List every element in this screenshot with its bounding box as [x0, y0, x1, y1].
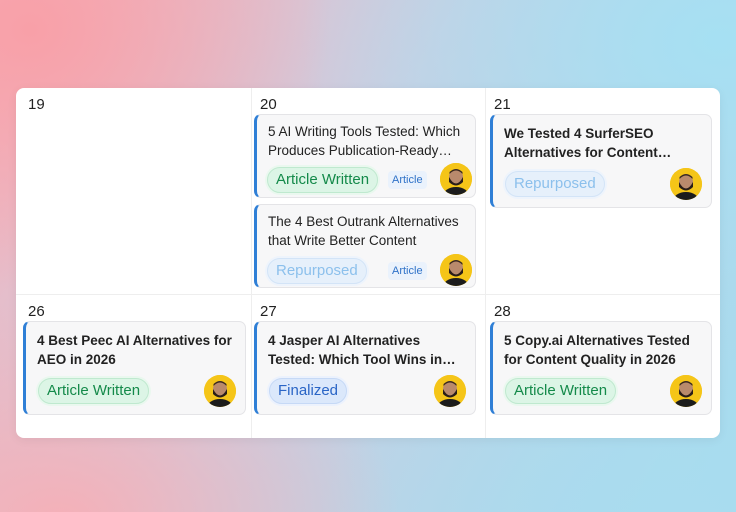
- content-card[interactable]: We Tested 4 SurferSEO Alternatives for C…: [490, 114, 712, 208]
- type-tag: Article: [388, 171, 427, 189]
- card-title: We Tested 4 SurferSEO Alternatives for C…: [504, 126, 658, 160]
- status-badge[interactable]: Finalized: [269, 378, 348, 404]
- user-avatar-icon: [440, 163, 472, 195]
- status-badge[interactable]: Article Written: [38, 378, 150, 404]
- user-avatar[interactable]: [670, 168, 702, 200]
- calendar-grid: 19 20 5 AI Writing Tools Tested: Which P…: [16, 88, 720, 438]
- day-number: 21: [494, 96, 511, 113]
- content-card[interactable]: 4 Jasper AI Alternatives Tested: Which T…: [254, 321, 476, 415]
- day-number: 26: [28, 303, 45, 320]
- status-badge[interactable]: Repurposed: [505, 171, 605, 197]
- user-avatar[interactable]: [440, 163, 472, 195]
- day-number: 20: [260, 96, 277, 113]
- user-avatar-icon: [204, 375, 236, 407]
- content-card[interactable]: 5 Copy.ai Alternatives Tested for Conten…: [490, 321, 712, 415]
- status-badge[interactable]: Repurposed: [267, 258, 367, 284]
- content-card[interactable]: 5 AI Writing Tools Tested: Which Produce…: [254, 114, 476, 198]
- card-title: 4 Jasper AI Alternatives Tested: Which T…: [268, 333, 443, 367]
- day-cell-27[interactable]: 27 4 Jasper AI Alternatives Tested: Whic…: [252, 295, 486, 438]
- day-cell-28[interactable]: 28 5 Copy.ai Alternatives Tested for Con…: [486, 295, 720, 438]
- user-avatar-icon: [440, 254, 472, 286]
- card-title: The 4 Best Outrank Alternatives that Wri…: [268, 214, 459, 248]
- user-avatar[interactable]: [204, 375, 236, 407]
- content-card[interactable]: The 4 Best Outrank Alternatives that Wri…: [254, 204, 476, 288]
- user-avatar[interactable]: [670, 375, 702, 407]
- user-avatar-icon: [670, 375, 702, 407]
- status-badge[interactable]: Article Written: [267, 167, 379, 193]
- card-title: 5 AI Writing Tools Tested: Which Produce…: [268, 124, 461, 158]
- card-title: 4 Best Peec AI Alternatives for AEO in 2…: [37, 333, 232, 367]
- day-number: 27: [260, 303, 277, 320]
- content-card[interactable]: 4 Best Peec AI Alternatives for AEO in 2…: [23, 321, 246, 415]
- day-cell-26[interactable]: 26 4 Best Peec AI Alternatives for AEO i…: [16, 295, 252, 438]
- day-number: 28: [494, 303, 511, 320]
- card-title: 5 Copy.ai Alternatives Tested for Conten…: [504, 333, 690, 367]
- user-avatar[interactable]: [434, 375, 466, 407]
- user-avatar-icon: [434, 375, 466, 407]
- status-badge[interactable]: Article Written: [505, 378, 617, 404]
- day-cell-20[interactable]: 20 5 AI Writing Tools Tested: Which Prod…: [252, 88, 486, 295]
- day-cell-21[interactable]: 21 We Tested 4 SurferSEO Alternatives fo…: [486, 88, 720, 295]
- day-number: 19: [28, 96, 45, 113]
- user-avatar-icon: [670, 168, 702, 200]
- day-cell-19[interactable]: 19: [16, 88, 252, 295]
- type-tag: Article: [388, 262, 427, 280]
- user-avatar[interactable]: [440, 254, 472, 286]
